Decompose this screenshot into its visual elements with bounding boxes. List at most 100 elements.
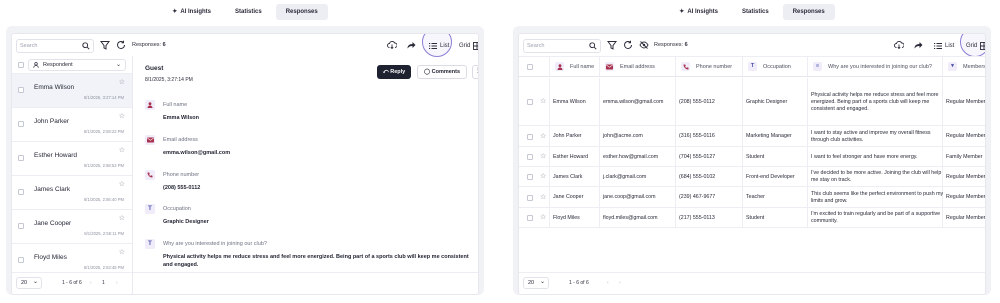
list-item[interactable]: ☆ Emma Wilson 8/1/2025, 3:27:14 PM [12,74,132,108]
row-checkbox[interactable] [18,121,24,127]
column-header[interactable]: Email address [605,57,655,78]
content-frame: Search Responses: 6 List Grid [513,26,991,295]
reply-button[interactable]: ⤺ Reply [377,65,411,79]
cloud-download-icon[interactable] [894,40,904,50]
comments-button[interactable]: ◯ Comments [417,65,467,79]
column-header[interactable]: ≡ Why are you interested in joining our c… [813,57,932,78]
content-frame: Search Responses: 6 List Grid [6,26,484,295]
text-icon: T [748,62,757,72]
filter-icon[interactable] [100,40,110,50]
star-icon[interactable]: ☆ [119,248,125,256]
row-checkbox[interactable] [527,194,533,201]
column-header[interactable]: Full name [555,57,594,78]
list-view-button[interactable]: List [429,39,449,53]
row-checkbox[interactable] [18,223,24,229]
eye-off-icon[interactable] [639,40,649,50]
phone-icon [681,62,690,72]
field-value: (208) 555-0112 [163,185,201,191]
page-size-select[interactable]: 20 ⌄ [16,277,42,289]
tab-ai-insights[interactable]: ✦ AI Insights [669,4,728,20]
column-divider [675,147,676,166]
row-checkbox[interactable] [18,189,24,195]
table-cell: Front-end Developer [746,173,795,180]
column-divider [675,57,676,76]
table-cell: This club seems like the perfect environ… [811,190,944,204]
tab-responses[interactable]: Responses [782,4,835,20]
list-item[interactable]: ☆ John Parker 8/1/2025, 2:59:22 PM [12,108,132,142]
tab-responses[interactable]: Responses [275,4,328,20]
page-size-select[interactable]: 20 ⌄ [523,277,549,289]
star-icon[interactable]: ☆ [119,78,125,86]
filter-icon[interactable] [607,40,617,50]
table-cell: John Parker [553,133,582,139]
list-item[interactable]: ☆ James Clark 8/1/2025, 2:56:40 PM [12,176,132,210]
search-input[interactable]: Search [523,39,601,53]
star-icon[interactable]: ☆ [540,97,546,105]
star-icon[interactable]: ☆ [540,132,546,140]
table-row[interactable]: ☆ Jane Cooper jane.coop@gmail.com (239) 467… [519,187,985,208]
comments-label: Comments [431,69,461,75]
table-row[interactable]: ☆ James Clark j.clark@gmail.com (684) 555-0… [519,167,985,187]
select-all-checkbox[interactable] [18,62,24,68]
row-checkbox[interactable] [527,99,533,105]
share-icon[interactable] [406,40,416,50]
column-divider [742,126,743,146]
table-cell: Jane Cooper [553,194,584,200]
more-options-icon[interactable]: ⋮ [472,65,478,79]
respondent-dropdown[interactable]: Respondent ⌄ [28,59,126,71]
grid-view-button[interactable]: Grid [459,39,478,53]
column-label: Email address [620,64,655,70]
search-placeholder: Search [20,43,38,49]
tab-statistics[interactable]: Statistics [732,4,779,20]
table-cell: I want to feel stronger and have more en… [811,153,918,160]
cloud-download-icon[interactable] [387,40,397,50]
star-icon[interactable]: ☆ [540,193,546,201]
column-divider [549,147,550,166]
star-icon[interactable]: ☆ [540,152,546,160]
tab-ai-insights[interactable]: ✦ AI Insights [162,4,221,20]
star-icon[interactable]: ☆ [540,172,546,180]
list-view-button[interactable]: List [934,39,954,53]
table-row[interactable]: ☆ John Parker john@acme.com (316) 555-0116 M… [519,126,985,147]
list-item[interactable]: ☆ Jane Cooper 8/1/2025, 2:55:11 PM [12,210,132,244]
column-header[interactable]: Phone number [681,57,732,78]
column-header[interactable]: T Occupation [748,57,791,78]
prev-page-icon[interactable]: ‹ [607,280,609,286]
table-cell: Regular Member [946,173,985,180]
star-icon[interactable]: ☆ [119,146,125,154]
next-page-icon[interactable]: › [619,280,621,286]
table-row[interactable]: ☆ Floyd Miles floyd.miles@gmail.com (217) 5… [519,208,985,228]
star-icon[interactable]: ☆ [540,213,546,221]
prev-page-icon[interactable]: ‹ [90,280,92,286]
share-icon[interactable] [913,40,923,50]
row-checkbox[interactable] [527,154,533,160]
table-row[interactable]: ☆ Emma Wilson emma.wilson@gmail.com (208) 5… [519,78,985,126]
row-checkbox[interactable] [18,257,24,263]
grid-view-button[interactable]: Grid [966,39,985,53]
row-checkbox[interactable] [527,133,533,140]
refresh-icon[interactable] [116,40,126,50]
responses-label: Responses: [654,42,684,48]
list-item[interactable]: ☆ Esther Howard 8/1/2025, 2:58:52 PM [12,142,132,176]
table-row[interactable]: ☆ Esther Howard esther.how@gmail.com (704) … [519,147,985,167]
select-all-checkbox[interactable] [527,64,533,70]
star-icon[interactable]: ☆ [119,112,125,120]
star-icon[interactable]: ☆ [119,180,125,188]
row-checkbox[interactable] [18,87,24,93]
row-checkbox[interactable] [527,174,533,180]
star-icon[interactable]: ☆ [119,214,125,222]
column-divider [599,57,600,76]
detail-footer [133,272,478,294]
page-number[interactable]: 1 [102,280,105,286]
response-date: 8/1/2025, 2:59:22 PM [83,129,124,134]
next-page-icon[interactable]: › [116,280,118,286]
column-header[interactable]: ▾ Members [948,57,985,78]
table-cell: James Clark [553,173,583,180]
table-cell: (704) 555-0127 [679,153,716,160]
row-checkbox[interactable] [18,155,24,161]
row-checkbox[interactable] [527,215,533,221]
reply-icon: ⤺ [382,69,389,75]
refresh-icon[interactable] [623,40,633,50]
tab-statistics[interactable]: Statistics [225,4,272,20]
search-input[interactable]: Search [16,39,94,53]
